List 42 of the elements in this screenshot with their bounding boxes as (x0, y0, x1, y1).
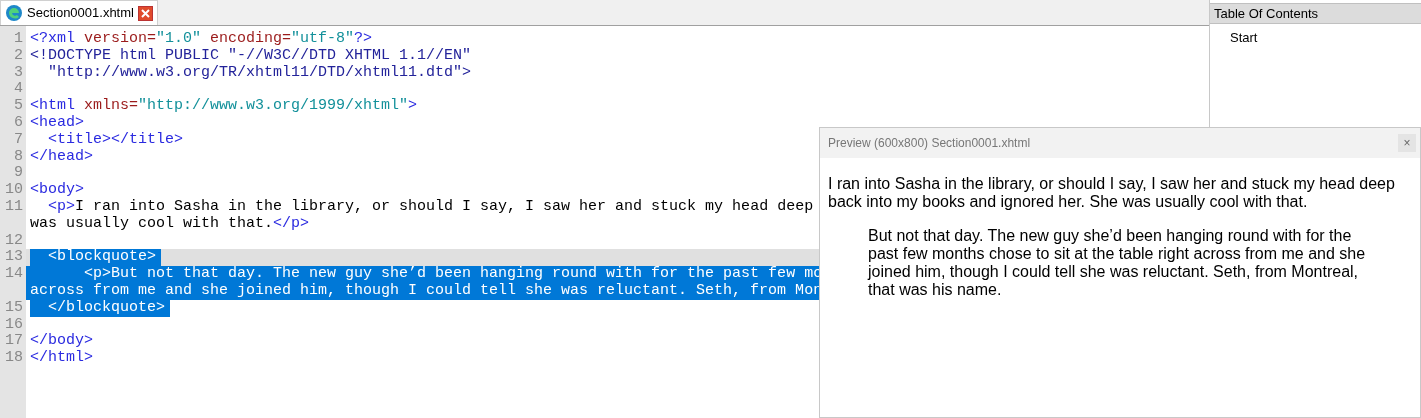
line-number: 13 (4, 249, 24, 267)
code-line: <!DOCTYPE html PUBLIC "-//W3C//DTD XHTML 1.1//EN" (30, 47, 472, 64)
code-line: <body> (30, 182, 84, 199)
line-number: 8 (13, 148, 24, 166)
tab-title: Section0001.xhtml (27, 4, 134, 23)
code-line: was usually cool with that.</p> (30, 215, 310, 232)
close-button[interactable]: × (1398, 134, 1416, 152)
code-line: <p>I ran into Sasha in the library, or should I say, I saw her and stuck my head deep (47, 198, 814, 215)
code-line: "http://www.w3.org/TR/xhtml11/DTD/xhtml11.dtd"> (47, 64, 472, 81)
blockquote-paragraph: But not that day. The new guy she’d been hanging round with for the past few months chose to sit at the table right across from me and she joined him, though I could tell she was reluctant. Seth, from Montreal, that was his name. (868, 227, 1367, 299)
code-line: <?xml version="1.0" encoding="utf-8"?> (30, 31, 373, 47)
code-line: </body> (30, 333, 93, 350)
line-number: 18 (4, 350, 24, 367)
line-number: 17 (4, 333, 24, 351)
line-number: 7 (13, 131, 24, 149)
line-number: 2 (13, 47, 24, 65)
code-line: <blockquote> (47, 249, 157, 266)
code-line: </blockquote> (47, 299, 166, 316)
line-number: 1 (13, 31, 24, 48)
line-number: 9 (13, 165, 24, 183)
line-number: 14 (4, 266, 24, 283)
toc-item[interactable]: Start (1228, 28, 1260, 48)
preview-paragraph: I ran into Sasha in the library, or should I say, I saw her and stuck my head deep back into my books and ignored her. She was usually cool with that. (828, 175, 1396, 211)
line-number: 16 (4, 316, 24, 334)
panel-header: Table Of Contents (1210, 3, 1421, 24)
code-line: </html> (30, 350, 93, 367)
line-number: 3 (13, 64, 24, 82)
browser-globe-icon (5, 4, 23, 22)
file-tab[interactable]: Section0001.xhtml (0, 0, 158, 25)
line-number: 15 (4, 299, 24, 317)
line-number: 10 (4, 182, 24, 199)
code-line: <title></title> (47, 131, 184, 148)
code-line: <html xmlns="http://www.w3.org/1999/xhtml"> (30, 98, 418, 115)
code-line: </head> (30, 148, 93, 165)
line-number: 6 (13, 115, 24, 132)
line-number: 5 (13, 98, 24, 115)
line-number: 4 (13, 81, 24, 99)
line-number: 12 (4, 232, 24, 250)
close-icon[interactable] (137, 5, 153, 21)
line-number: 11 (4, 198, 24, 216)
window-title: Preview (600x800) Section0001.xhtml (828, 135, 1031, 152)
code-line: <head> (30, 115, 84, 131)
